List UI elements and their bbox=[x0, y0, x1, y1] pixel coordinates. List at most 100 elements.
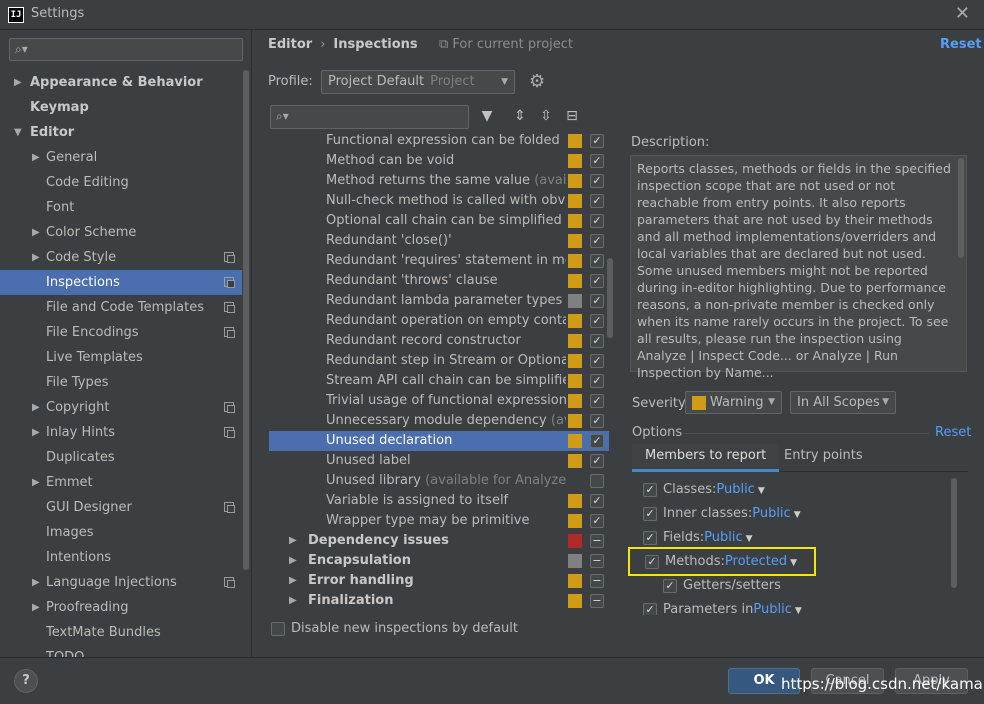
inner-classes-checkbox[interactable]: ✓ bbox=[643, 506, 657, 521]
tab-members-to-report[interactable]: Members to report bbox=[632, 444, 780, 472]
fields-visibility-link[interactable]: Public bbox=[704, 530, 742, 545]
inspection-enabled-checkbox[interactable]: − bbox=[590, 574, 604, 588]
inspection-group[interactable]: ▶ Finalization − bbox=[269, 591, 609, 611]
inspection-search-input[interactable]: ⌕▾ bbox=[270, 105, 469, 129]
inspection-group[interactable]: ▶ Dependency issues − bbox=[269, 531, 609, 551]
inspection-enabled-checkbox[interactable]: ✓ bbox=[590, 174, 604, 188]
inspection-row[interactable]: Trivial usage of functional expression ✓ bbox=[269, 391, 609, 411]
sidebar-item-code-editing[interactable]: Code Editing bbox=[0, 170, 242, 195]
sidebar-item-general[interactable]: ▶ General bbox=[0, 145, 242, 170]
inspection-row[interactable]: Redundant 'requires' statement in module… bbox=[269, 251, 609, 271]
inspection-enabled-checkbox[interactable]: ✓ bbox=[590, 374, 604, 388]
filter-icon[interactable]: ▼ bbox=[478, 106, 496, 126]
inspection-enabled-checkbox[interactable]: ✓ bbox=[590, 514, 604, 528]
inspection-enabled-checkbox[interactable]: ✓ bbox=[590, 334, 604, 348]
apply-button[interactable]: Apply bbox=[895, 668, 968, 694]
sidebar-item-todo[interactable]: TODO bbox=[0, 645, 242, 657]
chevron-down-icon[interactable]: ▼ bbox=[14, 120, 22, 145]
reset-link[interactable]: Reset bbox=[940, 37, 982, 52]
chevron-right-icon[interactable]: ▶ bbox=[289, 571, 297, 591]
inner-classes-visibility-link[interactable]: Public bbox=[752, 506, 790, 521]
sidebar-item-emmet[interactable]: ▶ Emmet bbox=[0, 470, 242, 495]
inspection-row[interactable]: Stream API call chain can be simplified ✓ bbox=[269, 371, 609, 391]
inspection-group[interactable]: ▶ Encapsulation − bbox=[269, 551, 609, 571]
methods-visibility-link[interactable]: Protected bbox=[725, 554, 787, 569]
inspection-enabled-checkbox[interactable]: ✓ bbox=[590, 294, 604, 308]
parameters-checkbox[interactable]: ✓ bbox=[643, 602, 657, 615]
ok-button[interactable]: OK bbox=[728, 668, 800, 694]
chevron-right-icon[interactable]: ▶ bbox=[32, 420, 40, 445]
inspection-enabled-checkbox[interactable]: ✓ bbox=[590, 274, 604, 288]
options-scrollbar[interactable] bbox=[951, 478, 957, 588]
inspection-enabled-checkbox[interactable]: ✓ bbox=[590, 494, 604, 508]
inspection-row[interactable]: Redundant 'close()' ✓ bbox=[269, 231, 609, 251]
sidebar-item-copyright[interactable]: ▶ Copyright bbox=[0, 395, 242, 420]
sidebar-item-file-and-code-templates[interactable]: File and Code Templates bbox=[0, 295, 242, 320]
chevron-right-icon[interactable]: ▶ bbox=[289, 531, 297, 551]
inspection-row[interactable]: Redundant operation on empty container ✓ bbox=[269, 311, 609, 331]
sidebar-item-live-templates[interactable]: Live Templates bbox=[0, 345, 242, 370]
sidebar-item-language-injections[interactable]: ▶ Language Injections bbox=[0, 570, 242, 595]
chevron-right-icon[interactable]: ▶ bbox=[32, 395, 40, 420]
inspection-enabled-checkbox[interactable]: ✓ bbox=[590, 214, 604, 228]
sidebar-item-code-style[interactable]: ▶ Code Style bbox=[0, 245, 242, 270]
sidebar-item-file-encodings[interactable]: File Encodings bbox=[0, 320, 242, 345]
breadcrumb-editor[interactable]: Editor bbox=[268, 37, 312, 52]
inspection-enabled-checkbox[interactable]: ✓ bbox=[590, 394, 604, 408]
inspection-enabled-checkbox[interactable]: ✓ bbox=[590, 134, 604, 148]
methods-checkbox[interactable]: ✓ bbox=[645, 554, 659, 569]
chevron-right-icon[interactable]: ▶ bbox=[32, 470, 40, 495]
scope-dropdown[interactable]: In All Scopes ▼ bbox=[790, 391, 896, 414]
sidebar-item-keymap[interactable]: Keymap bbox=[0, 95, 242, 120]
inspection-enabled-checkbox[interactable]: ✓ bbox=[590, 354, 604, 368]
profile-dropdown[interactable]: Project Default Project ▼ bbox=[321, 70, 515, 94]
classes-checkbox[interactable]: ✓ bbox=[643, 482, 657, 497]
inspection-enabled-checkbox[interactable]: ✓ bbox=[590, 234, 604, 248]
chevron-right-icon[interactable]: ▶ bbox=[289, 551, 297, 571]
chevron-right-icon[interactable]: ▶ bbox=[32, 220, 40, 245]
chevron-right-icon[interactable]: ▶ bbox=[32, 570, 40, 595]
sidebar-item-file-types[interactable]: File Types bbox=[0, 370, 242, 395]
options-reset-link[interactable]: Reset bbox=[935, 425, 971, 440]
inspection-enabled-checkbox[interactable]: − bbox=[590, 594, 604, 608]
inspection-row[interactable]: Functional expression can be folded ✓ bbox=[269, 131, 609, 151]
disable-new-inspections-checkbox[interactable] bbox=[271, 622, 285, 636]
settings-search-input[interactable]: ⌕▾ bbox=[9, 38, 243, 61]
sidebar-item-color-scheme[interactable]: ▶ Color Scheme bbox=[0, 220, 242, 245]
inspection-row[interactable]: Unnecessary module dependency (availal ✓ bbox=[269, 411, 609, 431]
inspection-enabled-checkbox[interactable]: ✓ bbox=[590, 414, 604, 428]
chevron-right-icon[interactable]: ▶ bbox=[32, 245, 40, 270]
tab-entry-points[interactable]: Entry points bbox=[771, 444, 876, 472]
sidebar-item-proofreading[interactable]: ▶ Proofreading bbox=[0, 595, 242, 620]
tree-scrollbar[interactable] bbox=[243, 70, 249, 570]
chevron-right-icon[interactable]: ▶ bbox=[32, 595, 40, 620]
sidebar-item-appearance-behavior[interactable]: ▶ Appearance & Behavior bbox=[0, 70, 242, 95]
inspection-row[interactable]: Method can be void ✓ bbox=[269, 151, 609, 171]
gear-icon[interactable]: ⚙ bbox=[529, 71, 545, 92]
sidebar-item-inspections[interactable]: Inspections bbox=[0, 270, 242, 295]
inspection-row[interactable]: Unused label ✓ bbox=[269, 451, 609, 471]
inspection-row[interactable]: Unused library (available for Analyze|In… bbox=[269, 471, 609, 491]
inspection-enabled-checkbox[interactable]: − bbox=[590, 534, 604, 548]
chevron-right-icon[interactable]: ▶ bbox=[14, 70, 22, 95]
chevron-right-icon[interactable]: ▶ bbox=[289, 591, 297, 611]
description-scrollbar[interactable] bbox=[958, 158, 964, 258]
sidebar-item-images[interactable]: Images bbox=[0, 520, 242, 545]
help-button[interactable]: ? bbox=[14, 669, 38, 693]
fields-checkbox[interactable]: ✓ bbox=[643, 530, 657, 545]
inspection-enabled-checkbox[interactable]: − bbox=[590, 554, 604, 568]
inspection-group[interactable]: ▶ Error handling − bbox=[269, 571, 609, 591]
classes-visibility-link[interactable]: Public bbox=[716, 482, 754, 497]
inspection-row[interactable]: Wrapper type may be primitive ✓ bbox=[269, 511, 609, 531]
inspection-enabled-checkbox[interactable]: ✓ bbox=[590, 254, 604, 268]
inspection-enabled-checkbox[interactable]: ✓ bbox=[590, 314, 604, 328]
sidebar-item-inlay-hints[interactable]: ▶ Inlay Hints bbox=[0, 420, 242, 445]
inspection-row[interactable]: Redundant record constructor ✓ bbox=[269, 331, 609, 351]
sidebar-item-font[interactable]: Font bbox=[0, 195, 242, 220]
sidebar-item-duplicates[interactable]: Duplicates bbox=[0, 445, 242, 470]
inspection-row[interactable]: Variable is assigned to itself ✓ bbox=[269, 491, 609, 511]
inspection-row[interactable]: Redundant lambda parameter types ✓ bbox=[269, 291, 609, 311]
inspection-list-scrollbar[interactable] bbox=[607, 258, 613, 338]
getters-setters-checkbox[interactable]: ✓ bbox=[663, 578, 677, 593]
inspection-row[interactable]: Redundant step in Stream or Optional ca ✓ bbox=[269, 351, 609, 371]
